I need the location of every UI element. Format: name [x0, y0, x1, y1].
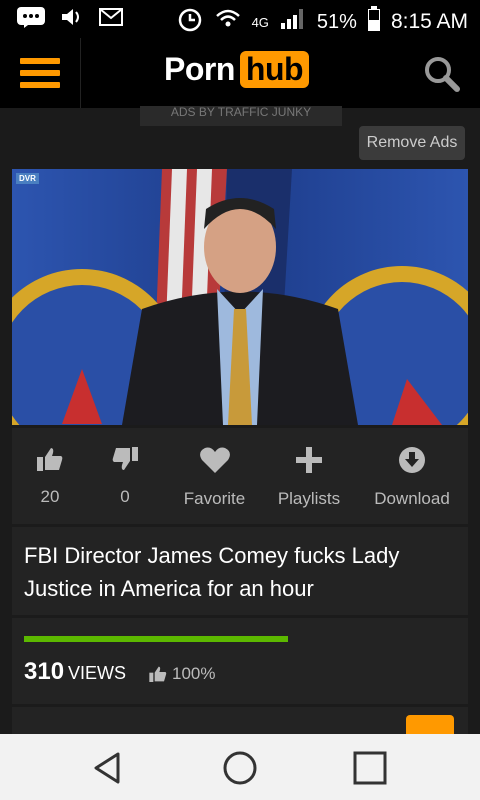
battery-icon [367, 6, 381, 38]
back-icon [94, 752, 120, 784]
logo-text-left: Porn [164, 51, 235, 87]
playlists-button[interactable]: Playlists [272, 446, 346, 509]
video-actions-bar: 20 0 Favorite Playlists Download [12, 428, 468, 524]
download-label: Download [374, 489, 450, 508]
message-icon [16, 6, 46, 33]
recents-icon [353, 751, 387, 785]
network-type-label: 4G [251, 14, 269, 30]
signal-icon [279, 7, 307, 37]
system-nav-bar [0, 734, 480, 800]
playlists-label: Playlists [277, 489, 341, 508]
status-bar: 4G 51% 8:15 AM [0, 0, 480, 38]
remove-ads-button[interactable]: Remove Ads [359, 126, 465, 160]
search-button[interactable] [422, 54, 462, 94]
favorite-label: Favorite [183, 489, 246, 508]
site-logo[interactable]: Porn hub [164, 51, 310, 88]
logo-text-right: hub [239, 51, 310, 88]
home-button[interactable] [220, 748, 260, 788]
dislike-button[interactable]: 0 [105, 446, 145, 507]
ads-banner[interactable]: ADS BY TRAFFIC JUNKY [140, 106, 342, 126]
video-player[interactable]: DVR [12, 169, 468, 425]
gmail-icon [98, 6, 124, 33]
view-count-label: VIEWS [68, 663, 127, 683]
ads-banner-text: ADS BY TRAFFIC JUNKY [170, 106, 312, 119]
top-header: Porn hub [0, 38, 480, 108]
dislike-count: 0 [120, 487, 130, 506]
view-count: 310 VIEWS [24, 658, 126, 686]
recents-button[interactable] [350, 748, 390, 788]
thumbs-down-icon [112, 447, 138, 470]
video-stats: 310 VIEWS 100% [12, 618, 468, 704]
like-count: 20 [40, 487, 60, 506]
download-icon [399, 447, 425, 473]
dvr-badge: DVR [16, 173, 39, 184]
video-title: FBI Director James Comey fucks Lady Just… [24, 543, 400, 601]
clock: 8:15 AM [390, 10, 468, 33]
search-icon [425, 57, 460, 92]
wifi-icon [214, 7, 242, 37]
rating-bar [24, 636, 288, 642]
heart-icon [199, 447, 230, 473]
download-button[interactable]: Download [369, 446, 455, 509]
favorite-button[interactable]: Favorite [177, 446, 252, 509]
menu-button[interactable] [0, 38, 81, 108]
view-count-number: 310 [24, 658, 65, 685]
home-icon [223, 751, 257, 785]
plus-icon [296, 447, 322, 473]
video-frame-image [12, 169, 468, 425]
like-button[interactable]: 20 [30, 446, 70, 507]
thumbs-up-icon [37, 448, 63, 471]
rating-bar-fill [24, 636, 288, 642]
battery-percent: 51% [316, 10, 357, 33]
next-section-card [12, 707, 468, 737]
rating-value: 100% [172, 664, 216, 683]
video-title-card: FBI Director James Comey fucks Lady Just… [12, 527, 468, 615]
volume-icon [60, 6, 84, 33]
rating-percent: 100% [148, 664, 215, 684]
alarm-icon [176, 6, 204, 38]
thumbs-up-small-icon [149, 666, 167, 682]
back-button[interactable] [88, 748, 128, 788]
